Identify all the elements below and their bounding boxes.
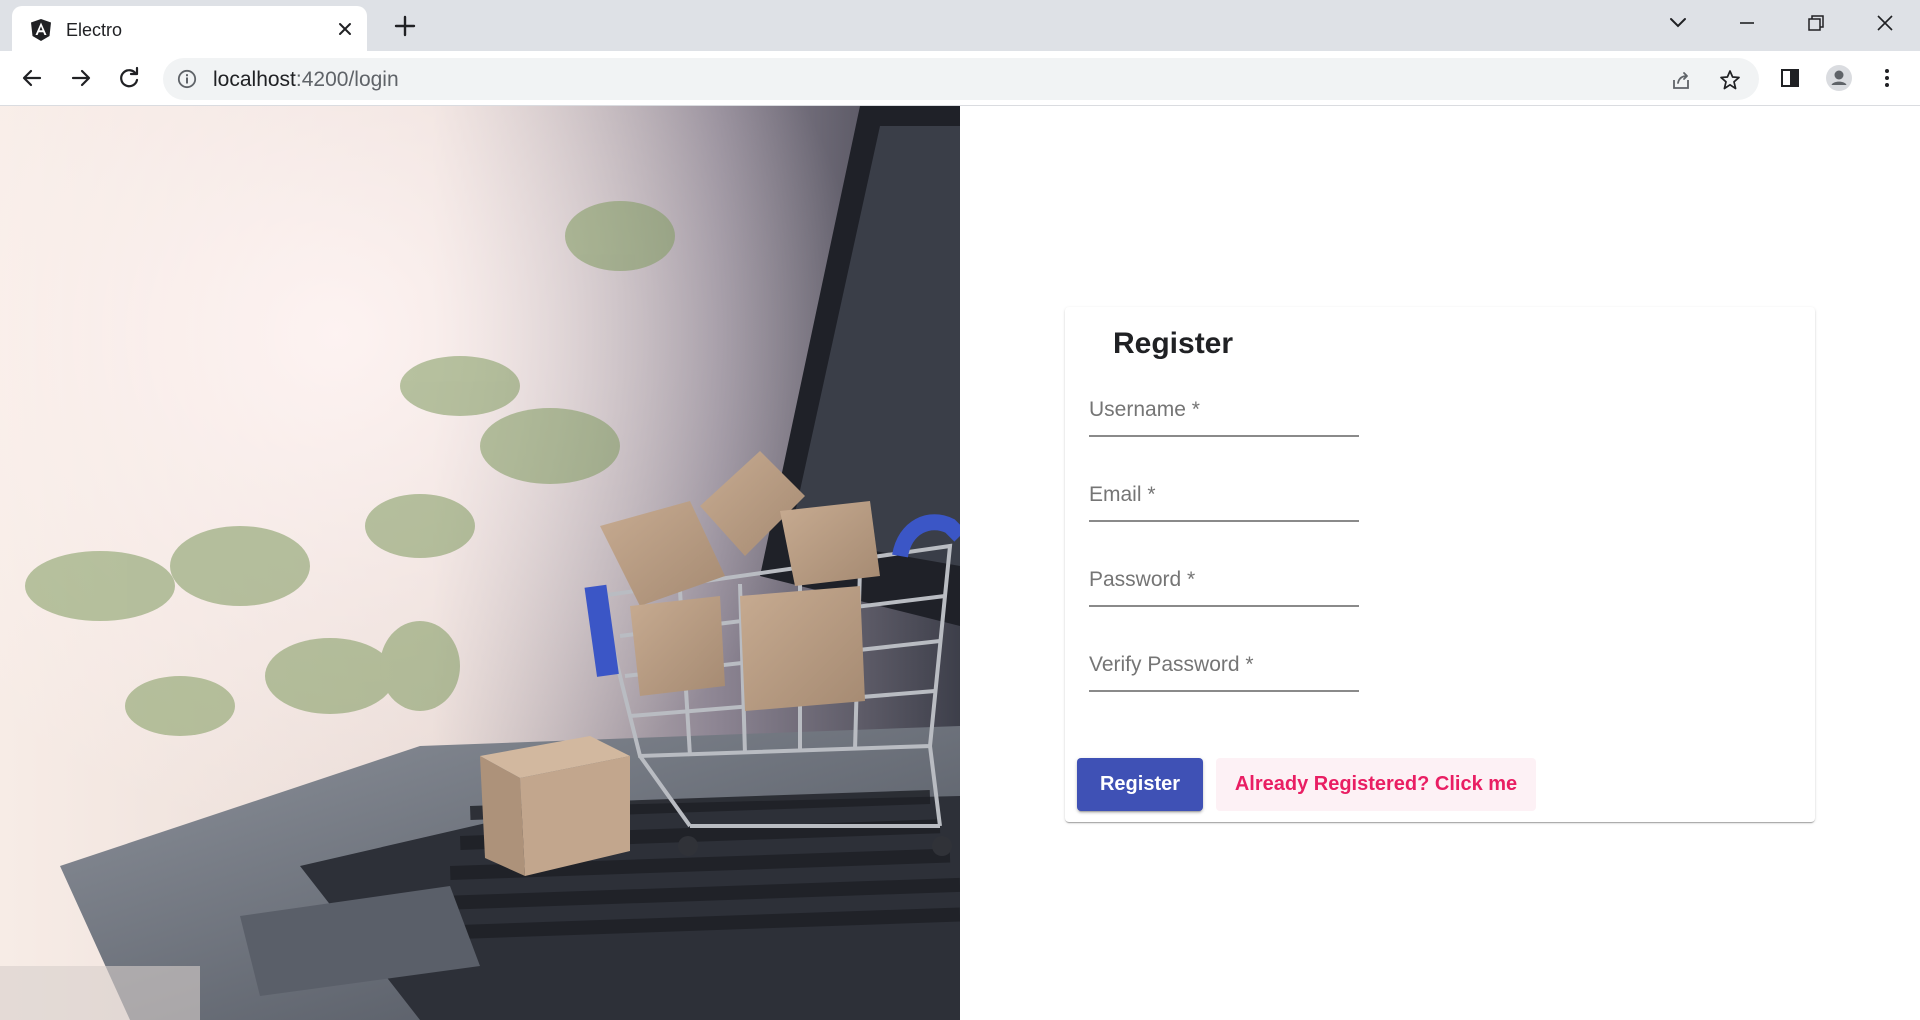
username-input[interactable] [1089, 391, 1359, 435]
register-title: Register [1113, 327, 1234, 360]
forward-arrow-icon[interactable] [66, 63, 96, 93]
password-field[interactable] [1089, 561, 1359, 607]
site-info-icon[interactable] [177, 69, 197, 89]
password-input[interactable] [1089, 561, 1359, 605]
close-window-icon[interactable] [1870, 8, 1900, 38]
email-input[interactable] [1089, 476, 1359, 520]
verify-password-field[interactable] [1089, 646, 1359, 692]
profile-avatar-icon[interactable] [1824, 63, 1854, 93]
hero-image [0, 106, 960, 1020]
address-bar[interactable]: localhost:4200/login [163, 58, 1759, 100]
reload-icon[interactable] [114, 63, 144, 93]
browser-tabstrip: Electro [0, 0, 1920, 51]
back-arrow-icon[interactable] [17, 63, 47, 93]
new-tab-icon[interactable] [391, 12, 419, 40]
already-registered-button[interactable]: Already Registered? Click me [1216, 758, 1536, 811]
tab-title: Electro [66, 20, 123, 40]
register-button[interactable]: Register [1077, 758, 1203, 811]
url-text[interactable]: localhost:4200/login [213, 68, 399, 92]
tab-search-chevron-icon[interactable] [1663, 8, 1693, 38]
minimize-icon[interactable] [1732, 8, 1762, 38]
page-content: Register Register Already Registered? Cl… [0, 106, 1920, 1020]
side-panel-icon[interactable] [1775, 63, 1805, 93]
more-menu-icon[interactable] [1872, 63, 1902, 93]
url-host: localhost [213, 68, 296, 91]
restore-icon[interactable] [1801, 8, 1831, 38]
url-path: :4200/login [295, 68, 399, 91]
close-tab-icon[interactable] [334, 18, 356, 40]
username-field[interactable] [1089, 391, 1359, 437]
email-field[interactable] [1089, 476, 1359, 522]
browser-toolbar: localhost:4200/login [0, 51, 1920, 106]
browser-tab[interactable]: Electro [12, 6, 367, 51]
bookmark-star-icon[interactable] [1718, 68, 1742, 92]
angular-icon [31, 19, 51, 41]
share-icon[interactable] [1669, 68, 1693, 92]
verify-password-input[interactable] [1089, 646, 1359, 690]
register-card: Register Register Already Registered? Cl… [1065, 307, 1815, 822]
